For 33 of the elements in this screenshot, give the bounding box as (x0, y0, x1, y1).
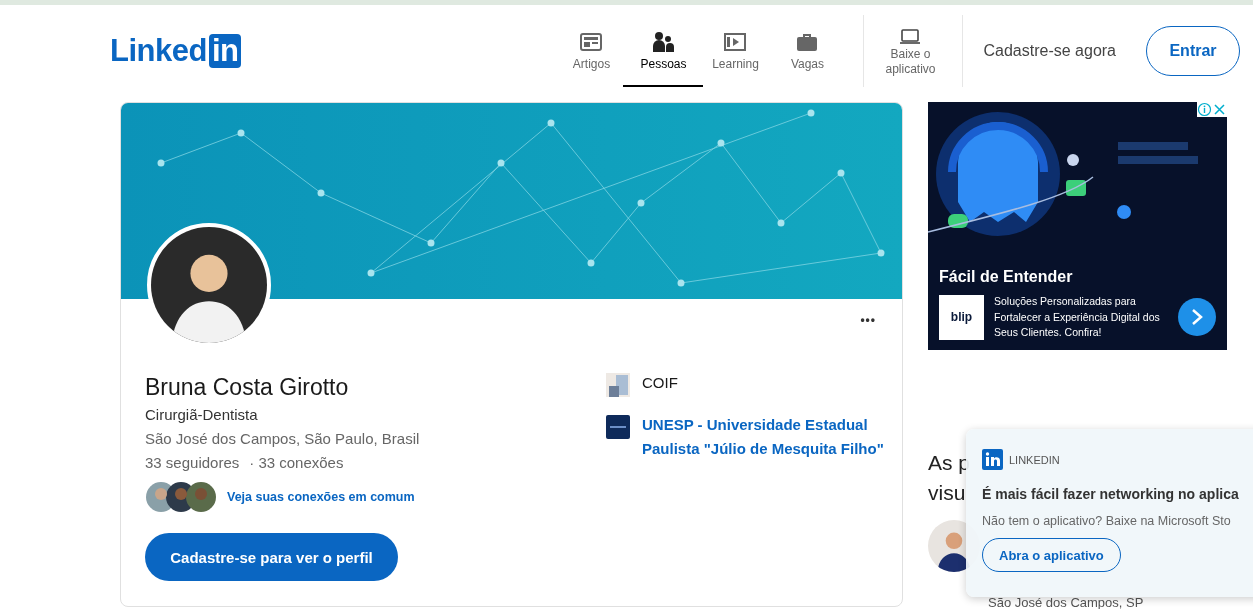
ad-title: Fácil de Entender (938, 267, 1074, 286)
people-icon (651, 29, 676, 54)
close-icon[interactable] (1212, 102, 1227, 117)
sign-in-button[interactable]: Entrar (1146, 26, 1240, 76)
company-logo-icon (606, 373, 630, 397)
download-app-link[interactable]: Baixe o aplicativo (880, 15, 941, 87)
join-link[interactable]: Cadastre-se agora (983, 42, 1116, 60)
followers-count: 33 seguidores (145, 453, 240, 473)
section-heading: visu (928, 480, 966, 506)
notification-source: LINKEDIN (1009, 453, 1060, 466)
notification-title: É mais fácil fazer networking no aplica (982, 486, 1240, 502)
linkedin-logo-icon (982, 449, 1003, 470)
chevron-right-icon (1190, 308, 1204, 327)
ad-banner[interactable]: Fácil de Entender blip Soluções Personalizadas para Fortalecer a Experiência Digital dos Seus Clientes. Confira! (928, 102, 1227, 350)
advertiser-logo: blip (939, 294, 984, 340)
profile-location: São José dos Campos, São Paulo, Brasil (145, 429, 421, 449)
school-link[interactable]: UNESP - Universidade Estadual Paulista "Júlio de Mesquita Filho" (642, 413, 902, 461)
mutual-connections-link[interactable]: Veja suas conexões em comum (227, 490, 415, 504)
ad-text: Soluções Personalizadas para Fortalecer a Experiência Digital dos Seus Clientes. Confira! (994, 294, 1161, 340)
more-options-button[interactable]: ••• (860, 313, 876, 327)
next-button[interactable] (1178, 298, 1216, 337)
sign-up-button[interactable]: Cadastre-se para ver o perfil (145, 533, 398, 581)
section-heading: As p (928, 450, 971, 476)
profile-name: Bruna Costa Girotto (145, 373, 350, 402)
school-logo-icon (606, 415, 630, 439)
info-icon[interactable] (1197, 102, 1212, 117)
linkedin-logo[interactable]: Linked in (110, 33, 242, 69)
company-name: COIF (642, 373, 679, 393)
notification-text: Não tem o aplicativo? Baixe na Microsoft Sto (982, 514, 1232, 528)
nav-tab[interactable]: Pessoas (623, 15, 704, 87)
connections-count: · 33 conexões (249, 453, 344, 473)
person-location: São José dos Campos, SP (988, 596, 1145, 609)
profile-headline: Cirurgiã-Dentista (145, 405, 259, 425)
